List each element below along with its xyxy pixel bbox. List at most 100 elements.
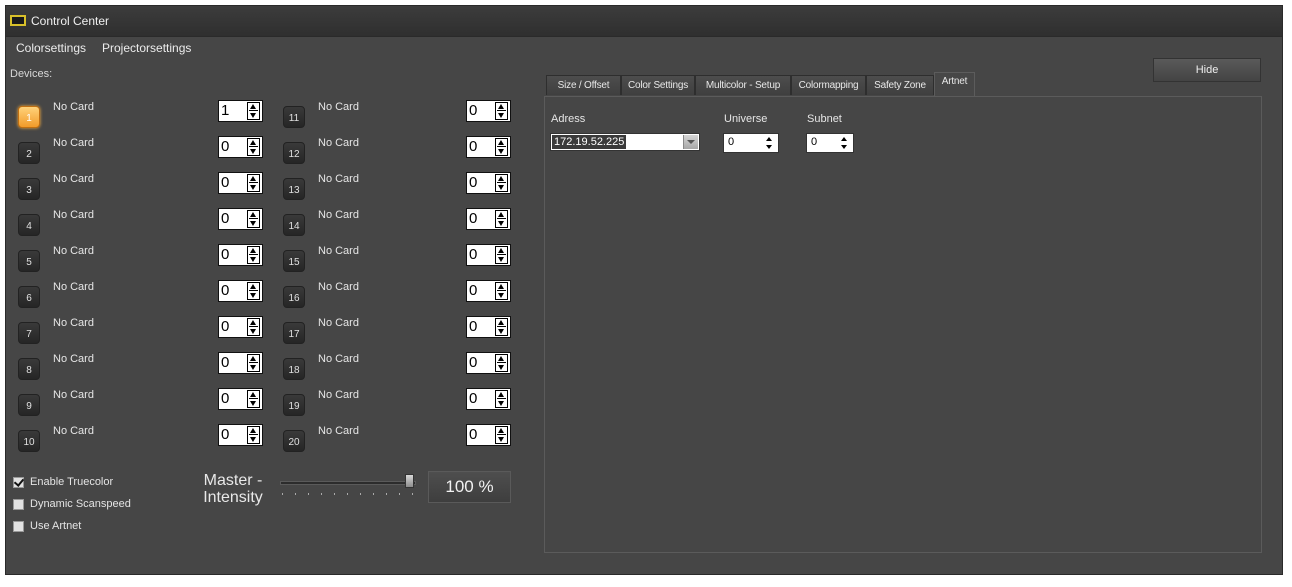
spin-up-icon[interactable] <box>250 284 256 289</box>
device-spinbox-8[interactable]: 0 <box>218 352 263 374</box>
spin-down-icon[interactable] <box>250 329 256 334</box>
device-button-7[interactable]: 7 <box>18 322 40 344</box>
address-combobox[interactable]: 172.19.52.225 <box>550 133 700 151</box>
spin-down-icon[interactable] <box>498 437 504 442</box>
spin-down-icon[interactable] <box>250 113 256 118</box>
device-button-14[interactable]: 14 <box>283 214 305 236</box>
device-button-3[interactable]: 3 <box>18 178 40 200</box>
spin-up-icon[interactable] <box>250 176 256 181</box>
spin-down-icon[interactable] <box>250 257 256 262</box>
device-button-17[interactable]: 17 <box>283 322 305 344</box>
device-spinbox-16[interactable]: 0 <box>466 280 511 302</box>
device-button-16[interactable]: 16 <box>283 286 305 308</box>
spin-arrows-icon[interactable] <box>495 246 508 264</box>
device-button-5[interactable]: 5 <box>18 250 40 272</box>
spin-up-icon[interactable] <box>498 320 504 325</box>
enable-truecolor-checkbox[interactable] <box>13 477 24 488</box>
title-bar[interactable]: Control Center <box>6 6 1282 37</box>
device-spinbox-9[interactable]: 0 <box>218 388 263 410</box>
spin-arrows-icon[interactable] <box>247 246 260 264</box>
spin-up-icon[interactable] <box>250 392 256 397</box>
device-spinbox-12[interactable]: 0 <box>466 136 511 158</box>
spin-down-icon[interactable] <box>250 401 256 406</box>
subnet-spinbox[interactable]: 0 <box>806 133 854 153</box>
spin-up-icon[interactable] <box>250 140 256 145</box>
spin-up-icon[interactable] <box>250 104 256 109</box>
spin-up-icon[interactable] <box>841 137 847 141</box>
spin-up-icon[interactable] <box>250 356 256 361</box>
spin-arrows-icon[interactable] <box>247 390 260 408</box>
spin-up-icon[interactable] <box>498 356 504 361</box>
device-spinbox-10[interactable]: 0 <box>218 424 263 446</box>
spin-arrows-icon[interactable] <box>247 138 260 156</box>
spin-up-icon[interactable] <box>498 104 504 109</box>
device-button-4[interactable]: 4 <box>18 214 40 236</box>
device-spinbox-4[interactable]: 0 <box>218 208 263 230</box>
spin-down-icon[interactable] <box>250 149 256 154</box>
spin-down-icon[interactable] <box>498 257 504 262</box>
device-button-2[interactable]: 2 <box>18 142 40 164</box>
spin-down-icon[interactable] <box>498 221 504 226</box>
device-spinbox-5[interactable]: 0 <box>218 244 263 266</box>
spin-arrows-icon[interactable] <box>247 174 260 192</box>
spin-arrows-icon[interactable] <box>247 318 260 336</box>
device-spinbox-17[interactable]: 0 <box>466 316 511 338</box>
spin-down-icon[interactable] <box>250 221 256 226</box>
slider-thumb[interactable] <box>405 474 414 488</box>
device-button-11[interactable]: 11 <box>283 106 305 128</box>
spin-down-icon[interactable] <box>498 329 504 334</box>
device-spinbox-13[interactable]: 0 <box>466 172 511 194</box>
tab-multicolor-setup[interactable]: Multicolor - Setup <box>695 75 791 95</box>
device-spinbox-20[interactable]: 0 <box>466 424 511 446</box>
device-button-6[interactable]: 6 <box>18 286 40 308</box>
spin-up-icon[interactable] <box>498 248 504 253</box>
spin-down-icon[interactable] <box>498 149 504 154</box>
spin-down-icon[interactable] <box>250 365 256 370</box>
spin-arrows-icon[interactable] <box>495 390 508 408</box>
spin-arrows-icon[interactable] <box>247 354 260 372</box>
spin-down-icon[interactable] <box>498 293 504 298</box>
device-spinbox-18[interactable]: 0 <box>466 352 511 374</box>
hide-button[interactable]: Hide <box>1153 58 1261 82</box>
device-button-15[interactable]: 15 <box>283 250 305 272</box>
spin-arrows-icon[interactable] <box>247 210 260 228</box>
device-button-1[interactable]: 1 <box>18 106 40 128</box>
spin-arrows-icon[interactable] <box>495 174 508 192</box>
spin-down-icon[interactable] <box>498 401 504 406</box>
spin-down-icon[interactable] <box>498 365 504 370</box>
spin-up-icon[interactable] <box>250 320 256 325</box>
device-button-8[interactable]: 8 <box>18 358 40 380</box>
device-button-18[interactable]: 18 <box>283 358 305 380</box>
universe-spinbox[interactable]: 0 <box>723 133 779 153</box>
device-spinbox-15[interactable]: 0 <box>466 244 511 266</box>
device-button-9[interactable]: 9 <box>18 394 40 416</box>
spin-up-icon[interactable] <box>498 284 504 289</box>
spin-up-icon[interactable] <box>766 137 772 141</box>
tab-colormapping[interactable]: Colormapping <box>791 75 866 95</box>
spin-arrows-icon[interactable] <box>495 210 508 228</box>
spin-down-icon[interactable] <box>250 293 256 298</box>
spin-down-icon[interactable] <box>498 185 504 190</box>
spin-up-icon[interactable] <box>250 212 256 217</box>
spin-up-icon[interactable] <box>498 212 504 217</box>
tab-color-settings[interactable]: Color Settings <box>621 75 695 95</box>
device-spinbox-14[interactable]: 0 <box>466 208 511 230</box>
device-button-13[interactable]: 13 <box>283 178 305 200</box>
spin-down-icon[interactable] <box>766 145 772 149</box>
menu-projectorsettings[interactable]: Projectorsettings <box>102 41 191 55</box>
device-spinbox-3[interactable]: 0 <box>218 172 263 194</box>
tab-safety-zone[interactable]: Safety Zone <box>866 75 934 95</box>
spin-arrows-icon[interactable] <box>495 282 508 300</box>
device-spinbox-6[interactable]: 0 <box>218 280 263 302</box>
spin-arrows-icon[interactable] <box>495 426 508 444</box>
device-spinbox-11[interactable]: 0 <box>466 100 511 122</box>
tab-artnet[interactable]: Artnet <box>934 72 975 96</box>
device-button-20[interactable]: 20 <box>283 430 305 452</box>
device-spinbox-1[interactable]: 1 <box>218 100 263 122</box>
spin-arrows-icon[interactable] <box>495 354 508 372</box>
spin-up-icon[interactable] <box>498 140 504 145</box>
device-button-10[interactable]: 10 <box>18 430 40 452</box>
spin-down-icon[interactable] <box>841 145 847 149</box>
device-spinbox-7[interactable]: 0 <box>218 316 263 338</box>
menu-colorsettings[interactable]: Colorsettings <box>16 41 86 55</box>
